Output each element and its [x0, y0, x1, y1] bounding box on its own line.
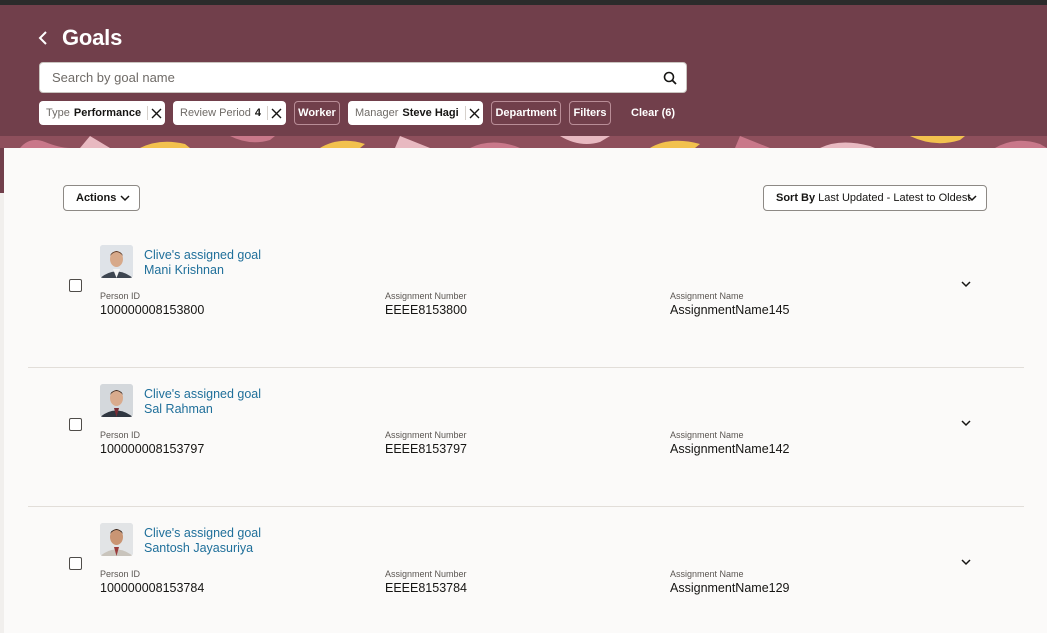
search-input[interactable]: [40, 63, 654, 92]
avatar: [100, 384, 133, 417]
goal-name-link[interactable]: Clive's assigned goal: [144, 526, 261, 540]
sort-value: Last Updated - Latest to Oldest: [818, 192, 971, 204]
goal-row: Clive's assigned goal Sal Rahman Person …: [28, 368, 1024, 507]
assignment-number-value: EEEE8153784: [385, 581, 468, 595]
avatar: [100, 245, 133, 278]
remove-filter-icon[interactable]: [148, 101, 165, 125]
person-id-label: Person ID: [100, 430, 141, 440]
clear-filters-button[interactable]: Clear (6): [631, 101, 679, 125]
filter-chip-worker[interactable]: Worker: [294, 101, 340, 125]
goal-name-link[interactable]: Clive's assigned goal: [144, 248, 261, 262]
person-id-label: Person ID: [100, 291, 141, 301]
chevron-left-icon: [38, 31, 47, 45]
avatar: [100, 523, 133, 556]
filter-chip-type[interactable]: Type Performance: [39, 101, 165, 125]
chevron-down-icon: [961, 281, 971, 288]
worker-name-link[interactable]: Santosh Jayasuriya: [144, 541, 253, 555]
assignment-number-label: Assignment Number: [385, 569, 467, 579]
filter-chip-review-period[interactable]: Review Period 4: [173, 101, 286, 125]
row-select-checkbox[interactable]: [69, 418, 82, 431]
worker-name-link[interactable]: Mani Krishnan: [144, 263, 224, 277]
search-icon[interactable]: [654, 63, 686, 92]
chip-value: 4: [254, 107, 262, 119]
goal-name-link[interactable]: Clive's assigned goal: [144, 387, 261, 401]
actions-menu-button[interactable]: Actions: [63, 185, 140, 211]
expand-row-button[interactable]: [957, 553, 975, 571]
filters-button[interactable]: Filters: [569, 101, 611, 125]
assignment-number-value: EEEE8153797: [385, 442, 468, 456]
remove-filter-icon[interactable]: [465, 101, 483, 125]
person-id-value: 100000008153800: [100, 303, 205, 317]
assignment-number-label: Assignment Number: [385, 291, 467, 301]
expand-row-button[interactable]: [957, 414, 975, 432]
filter-chip-manager[interactable]: Manager Steve Hagi: [348, 101, 483, 125]
header-decorative-pattern: [0, 136, 1047, 148]
goal-row: Clive's assigned goal Santosh Jayasuriya…: [28, 507, 1024, 633]
chip-label: Review Period: [180, 107, 251, 119]
chevron-down-icon: [120, 195, 130, 202]
chevron-down-icon: [967, 195, 977, 202]
expand-row-button[interactable]: [957, 275, 975, 293]
assignment-name-label: Assignment Name: [670, 430, 744, 440]
goal-row: Clive's assigned goal Mani Krishnan Pers…: [28, 229, 1024, 368]
goal-search-box[interactable]: [39, 62, 687, 93]
sort-label: Sort By: [776, 192, 816, 204]
assignment-name-value: AssignmentName142: [670, 442, 790, 456]
person-id-label: Person ID: [100, 569, 141, 579]
filter-chip-department[interactable]: Department: [491, 101, 561, 125]
assignment-name-value: AssignmentName129: [670, 581, 790, 595]
assignment-number-value: EEEE8153800: [385, 303, 468, 317]
sort-by-select[interactable]: Sort By Last Updated - Latest to Oldest: [763, 185, 987, 211]
row-select-checkbox[interactable]: [69, 279, 82, 292]
assignment-name-label: Assignment Name: [670, 569, 744, 579]
back-button[interactable]: [34, 27, 52, 49]
remove-filter-icon[interactable]: [268, 101, 286, 125]
chip-label: Manager: [355, 107, 399, 119]
chip-label: Type: [46, 107, 70, 119]
chip-value: Performance: [73, 107, 142, 119]
chip-value: Steve Hagi: [402, 107, 459, 119]
assignment-number-label: Assignment Number: [385, 430, 467, 440]
chevron-down-icon: [961, 420, 971, 427]
assignment-name-value: AssignmentName145: [670, 303, 790, 317]
actions-label: Actions: [76, 192, 117, 204]
person-id-value: 100000008153784: [100, 581, 205, 595]
person-id-value: 100000008153797: [100, 442, 205, 456]
chevron-down-icon: [961, 559, 971, 566]
worker-name-link[interactable]: Sal Rahman: [144, 402, 213, 416]
assignment-name-label: Assignment Name: [670, 291, 744, 301]
page-title: Goals: [62, 25, 123, 50]
row-select-checkbox[interactable]: [69, 557, 82, 570]
goals-list-panel: Actions Sort By Last Updated - Latest to…: [4, 148, 1047, 633]
